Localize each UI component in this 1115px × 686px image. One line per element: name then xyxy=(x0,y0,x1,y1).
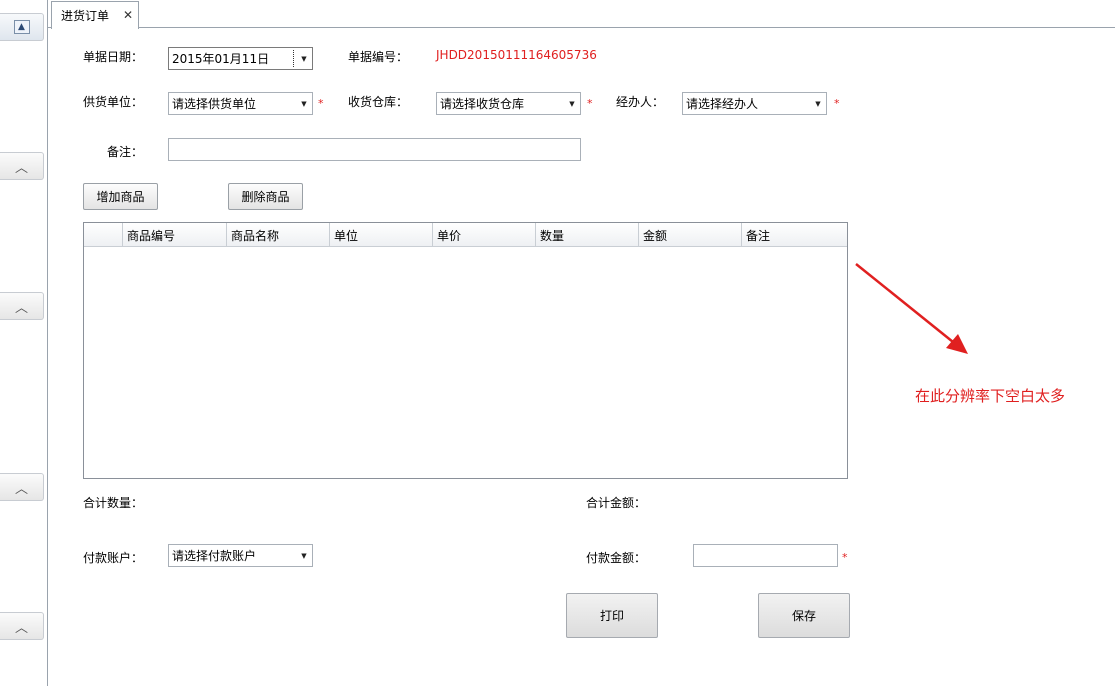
tab-title: 进货订单 xyxy=(61,9,110,23)
left-nav-panel: ▲ ︿ ︿ ︿ ︿ xyxy=(0,0,48,686)
column-header[interactable]: 备注 xyxy=(742,223,847,247)
nav-group-toggle-3[interactable]: ︿ xyxy=(0,473,44,501)
supplier-value: 请选择供货单位 xyxy=(172,97,257,111)
tab-strip: 进货订单 ✕ xyxy=(48,0,1115,29)
pay-amount-input[interactable] xyxy=(693,544,838,567)
column-header[interactable]: 数量 xyxy=(536,223,639,247)
date-picker[interactable]: 2015年01月11日 ▼ xyxy=(168,47,313,70)
required-star: * xyxy=(318,97,324,110)
total-qty-label: 合计数量： xyxy=(83,496,144,510)
dropdown-arrow-icon[interactable]: ▼ xyxy=(564,93,580,114)
column-header[interactable]: 商品编号 xyxy=(123,223,227,247)
remark-input[interactable] xyxy=(168,138,581,161)
column-header[interactable]: 商品名称 xyxy=(227,223,330,247)
dropdown-arrow-icon[interactable]: ▼ xyxy=(296,48,312,69)
nav-group-toggle-4[interactable]: ︿ xyxy=(0,612,44,640)
account-value: 请选择付款账户 xyxy=(172,549,257,563)
warehouse-value: 请选择收货仓库 xyxy=(440,97,525,111)
column-header[interactable]: 金额 xyxy=(639,223,742,247)
grid-header: 商品编号 商品名称 单位 单价 数量 金额 备注 xyxy=(84,223,847,247)
annotation-arrow-icon xyxy=(855,263,968,354)
docno-label: 单据编号： xyxy=(348,50,409,64)
total-amount-label: 合计金额： xyxy=(586,496,647,510)
nav-group-toggle-2[interactable]: ︿ xyxy=(0,292,44,320)
required-star: * xyxy=(842,551,848,564)
docno-value: JHDD20150111164605736 xyxy=(436,48,597,62)
print-button[interactable]: 打印 xyxy=(566,593,658,638)
nav-collapse-button[interactable]: ▲ xyxy=(0,13,44,41)
date-value: 2015年01月11日 xyxy=(172,50,294,67)
dropdown-arrow-icon[interactable]: ▼ xyxy=(296,93,312,114)
chevron-up-icon: ︿ xyxy=(14,300,28,316)
date-label: 单据日期： xyxy=(83,50,144,64)
pay-amount-label: 付款金额： xyxy=(586,551,647,565)
grid-row-header xyxy=(84,223,123,247)
product-grid[interactable]: 商品编号 商品名称 单位 单价 数量 金额 备注 xyxy=(83,222,848,479)
dropdown-arrow-icon[interactable]: ▼ xyxy=(810,93,826,114)
warehouse-label: 收货仓库： xyxy=(348,95,409,109)
close-icon[interactable]: ✕ xyxy=(123,8,133,22)
column-header[interactable]: 单位 xyxy=(330,223,433,247)
chevron-up-icon: ︿ xyxy=(14,481,28,497)
delete-product-button[interactable]: 删除商品 xyxy=(228,183,303,210)
required-star: * xyxy=(834,97,840,110)
remark-label: 备注： xyxy=(107,145,144,159)
account-label: 付款账户： xyxy=(83,551,144,565)
add-product-button[interactable]: 增加商品 xyxy=(83,183,158,210)
annotation-text: 在此分辨率下空白太多 xyxy=(915,387,1066,405)
nav-group-toggle-1[interactable]: ︿ xyxy=(0,152,44,180)
chevron-up-icon: ︿ xyxy=(14,160,28,176)
handler-select[interactable]: 请选择经办人 ▼ xyxy=(682,92,827,115)
supplier-select[interactable]: 请选择供货单位 ▼ xyxy=(168,92,313,115)
dropdown-arrow-icon[interactable]: ▼ xyxy=(296,545,312,566)
supplier-label: 供货单位： xyxy=(83,95,144,109)
account-select[interactable]: 请选择付款账户 ▼ xyxy=(168,544,313,567)
column-header[interactable]: 单价 xyxy=(433,223,536,247)
tab-purchase-order[interactable]: 进货订单 ✕ xyxy=(51,1,139,29)
warehouse-select[interactable]: 请选择收货仓库 ▼ xyxy=(436,92,581,115)
chevron-up-icon: ▲ xyxy=(13,20,30,34)
handler-value: 请选择经办人 xyxy=(686,97,759,111)
chevron-up-icon: ︿ xyxy=(14,620,28,636)
handler-label: 经办人： xyxy=(616,95,665,109)
required-star: * xyxy=(587,97,593,110)
save-button[interactable]: 保存 xyxy=(758,593,850,638)
